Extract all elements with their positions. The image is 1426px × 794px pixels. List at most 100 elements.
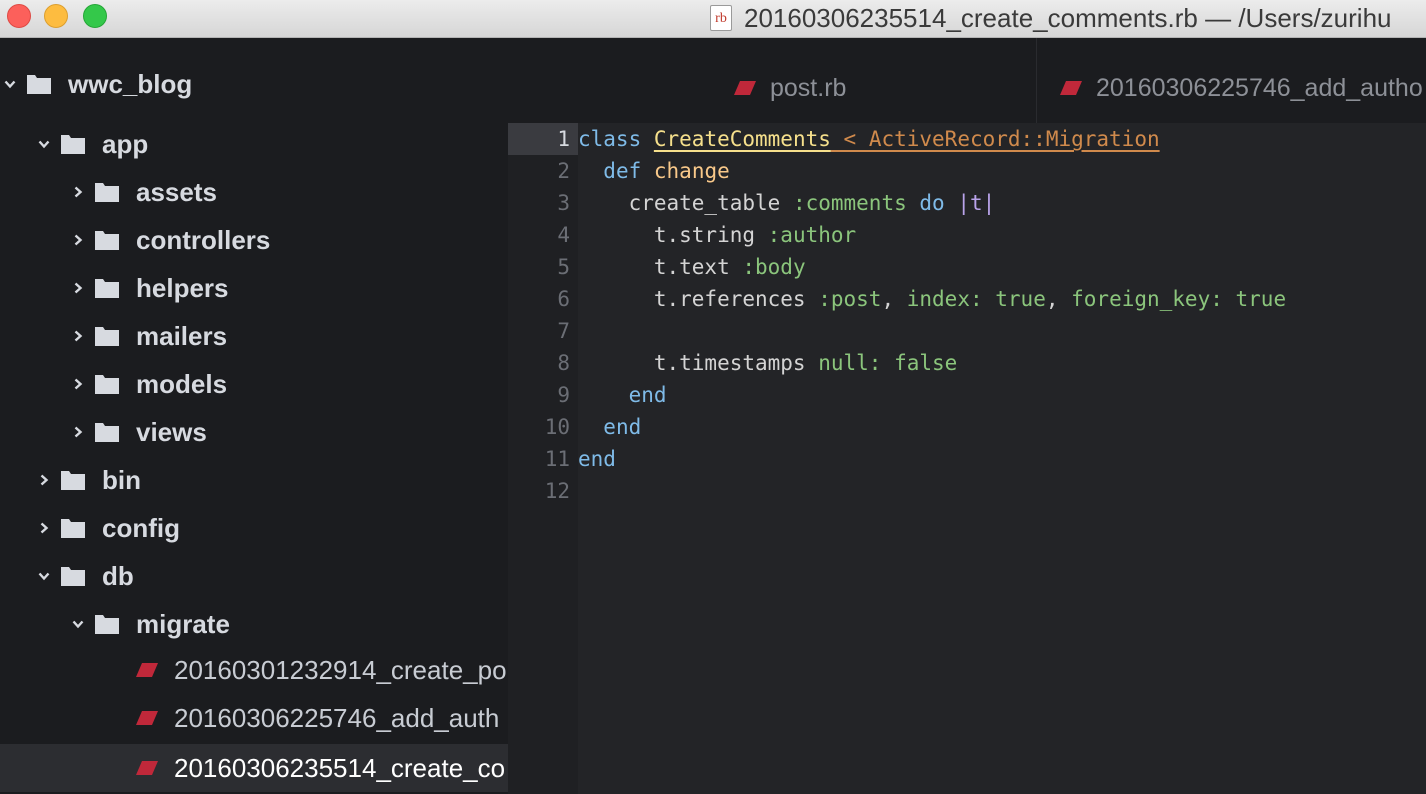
tree-file-item[interactable]: 20160306225746_add_auth [0, 694, 508, 742]
chevron-right-icon[interactable] [72, 234, 84, 246]
line-number: 2 [557, 159, 570, 183]
tree-item-label: assets [136, 176, 217, 207]
tab-divider [1036, 38, 1037, 123]
code-line-4[interactable]: t.string :author [578, 219, 856, 251]
tab-add-author[interactable]: 20160306225746_add_autho [1060, 70, 1426, 106]
window-title-bar: rb 20160306235514_create_comments.rb — /… [0, 0, 1426, 38]
ruby-icon [136, 711, 158, 725]
code-line-6[interactable]: t.references :post, index: true, foreign… [578, 283, 1286, 315]
ruby-icon [1060, 81, 1082, 95]
chevron-right-icon[interactable] [72, 378, 84, 390]
folder-icon [94, 613, 120, 635]
punct: , [881, 287, 907, 311]
tab-label: post.rb [770, 73, 847, 102]
code-text: t.string [653, 223, 768, 247]
chevron-right-icon[interactable] [38, 522, 50, 534]
window-title: rb 20160306235514_create_comments.rb — /… [710, 0, 1426, 36]
line-number: 8 [557, 351, 570, 375]
keyword: end [578, 447, 616, 471]
tab-bar: post.rb 20160306225746_add_autho [508, 38, 1426, 123]
code-editor[interactable]: 1 2 3 4 5 6 7 8 9 10 11 12 class CreateC… [508, 123, 1426, 794]
block-param: |t| [957, 191, 996, 215]
tab-post-rb[interactable]: post.rb [734, 70, 846, 106]
tree-item-wwc_blog[interactable]: wwc_blog [0, 60, 508, 108]
punct: , [1045, 287, 1072, 311]
tree-item-bin[interactable]: bin [0, 456, 508, 504]
code-line-9[interactable]: end [578, 379, 667, 411]
keyword: end [628, 383, 667, 407]
code-line-2[interactable]: def change [578, 155, 730, 187]
code-line-5[interactable]: t.text :body [578, 251, 806, 283]
tree-item-label: models [136, 368, 228, 399]
chevron-down-icon[interactable] [38, 570, 50, 582]
window-title-text: 20160306235514_create_comments.rb — /Use… [744, 2, 1392, 33]
tree-item-label: 20160306225746_add_auth [174, 702, 500, 733]
line-number: 4 [557, 223, 570, 247]
tree-item-app[interactable]: app [0, 120, 508, 168]
line-number: 5 [557, 255, 570, 279]
tree-item-label: app [102, 128, 149, 159]
tree-item-config[interactable]: config [0, 504, 508, 552]
chevron-right-icon[interactable] [72, 282, 84, 294]
tree-file-item-selected[interactable]: 20160306235514_create_co [0, 744, 508, 792]
boolean: true [1235, 287, 1287, 311]
tree-item-label: 20160306235514_create_co [174, 752, 506, 783]
hash-key: foreign_key: [1071, 287, 1223, 311]
code-line-8[interactable]: t.timestamps null: false [578, 347, 957, 379]
chevron-right-icon[interactable] [38, 474, 50, 486]
tree-item-views[interactable]: views [0, 408, 508, 456]
tree-item-label: mailers [136, 320, 228, 351]
chevron-right-icon[interactable] [72, 330, 84, 342]
class-name: CreateComments [653, 127, 831, 151]
line-number: 3 [557, 191, 570, 215]
ruby-icon [734, 81, 756, 95]
tree-item-assets[interactable]: assets [0, 168, 508, 216]
chevron-down-icon[interactable] [38, 138, 50, 150]
code-text: t.text [653, 255, 743, 279]
code-line-3[interactable]: create_table :comments do |t| [578, 187, 996, 219]
code-line-11[interactable]: end [578, 443, 616, 475]
folder-icon [94, 421, 120, 443]
code-text: create_table [628, 191, 793, 215]
tree-file-item[interactable]: 20160301232914_create_po [0, 646, 508, 694]
boolean: false [894, 351, 958, 375]
keyword: end [603, 415, 642, 439]
code-line-10[interactable]: end [578, 411, 641, 443]
keyword: def [603, 159, 642, 183]
ruby-icon [136, 761, 158, 775]
line-number: 7 [557, 319, 570, 343]
code-line-1[interactable]: class CreateComments < ActiveRecord::Mig… [578, 123, 1160, 155]
tree-item-db[interactable]: db [0, 552, 508, 600]
code-text: t.references [653, 287, 819, 311]
zoom-window-button[interactable] [83, 4, 107, 28]
tree-item-migrate[interactable]: migrate [0, 600, 508, 648]
tree-item-controllers[interactable]: controllers [0, 216, 508, 264]
method-name: change [653, 159, 730, 183]
folder-icon [94, 373, 120, 395]
chevron-right-icon[interactable] [72, 426, 84, 438]
line-number-gutter: 1 2 3 4 5 6 7 8 9 10 11 12 [508, 123, 578, 794]
chevron-down-icon[interactable] [4, 78, 16, 90]
chevron-down-icon[interactable] [72, 618, 84, 630]
hash-key: null: [818, 351, 882, 375]
close-window-button[interactable] [7, 4, 31, 28]
symbol: :body [742, 255, 806, 279]
tree-item-models[interactable]: models [0, 360, 508, 408]
minimize-window-button[interactable] [44, 4, 68, 28]
chevron-right-icon[interactable] [72, 186, 84, 198]
tab-label: 20160306225746_add_autho [1096, 73, 1423, 102]
tree-item-helpers[interactable]: helpers [0, 264, 508, 312]
keyword: class [578, 127, 642, 151]
tree-item-mailers[interactable]: mailers [0, 312, 508, 360]
tree-item-label: controllers [136, 224, 271, 255]
